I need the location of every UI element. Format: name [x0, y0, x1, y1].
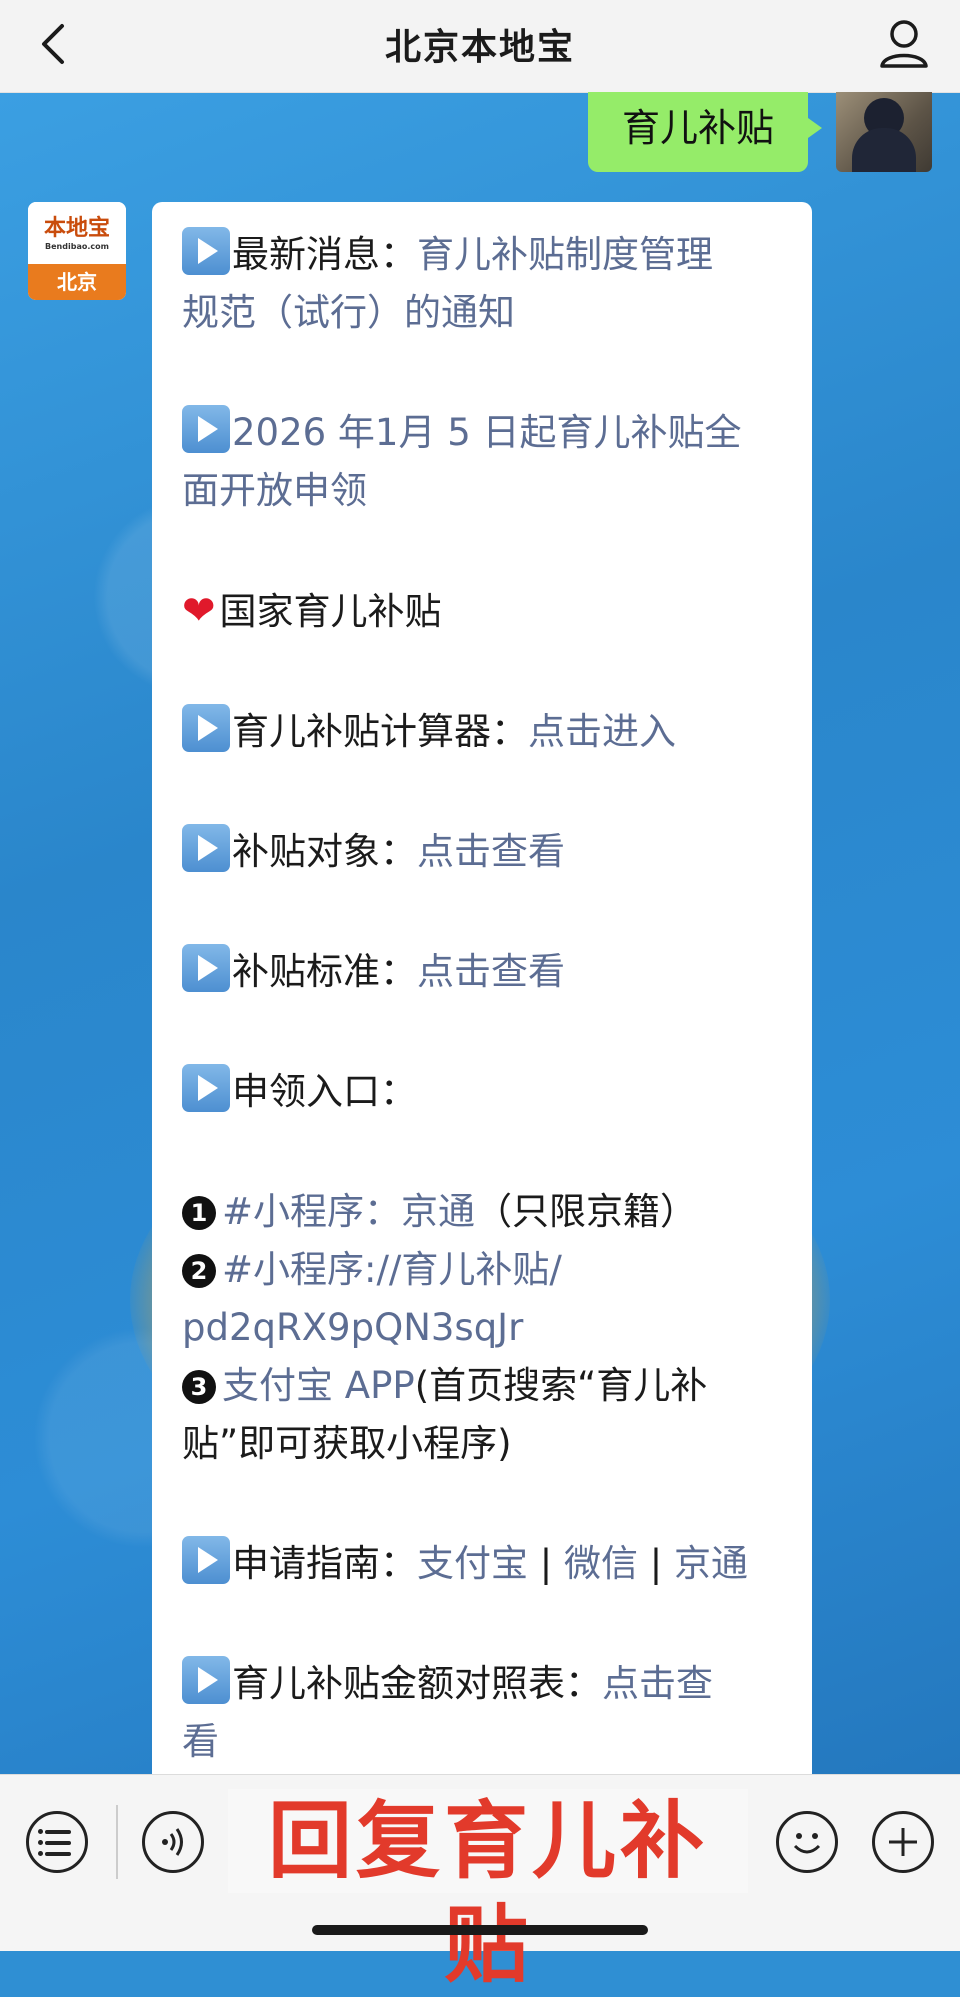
entry-item: 3 支付宝 APP(首页搜索“育儿补: [182, 1357, 784, 1415]
line-label: 申领入口：: [232, 1070, 417, 1113]
number-three-icon: 3: [182, 1370, 216, 1404]
entry-note: 贴”即可获取小程序): [182, 1422, 512, 1465]
more-button[interactable]: [872, 1811, 934, 1873]
section-heading: 国家育儿补贴: [219, 590, 442, 633]
message-line: ❤ 国家育儿补贴: [182, 582, 784, 641]
reply-keyword-overlay: 回复育儿补贴: [228, 1789, 748, 1994]
entry-item: 贴”即可获取小程序): [182, 1415, 784, 1473]
line-label: 育儿补贴金额对照表：: [232, 1662, 602, 1705]
entry-item: pd2qRX9pQN3sqJr: [182, 1299, 784, 1357]
guide-jingtong-link[interactable]: 京通: [674, 1542, 748, 1585]
message-line: 面开放申领: [182, 462, 784, 520]
message-line: 规范（试行）的通知: [182, 284, 784, 342]
subsidy-miniprogram-link-cont[interactable]: pd2qRX9pQN3sqJr: [182, 1306, 523, 1349]
entry-item: 1 #小程序：京通（只限京籍）: [182, 1183, 784, 1241]
message-line: 申请指南：支付宝 | 微信 | 京通: [182, 1535, 784, 1593]
message-line: 最新消息：育儿补贴制度管理: [182, 226, 784, 284]
separator: |: [638, 1542, 674, 1585]
message-line: 补贴标准：点击查看: [182, 943, 784, 1001]
emoji-icon: [793, 1833, 821, 1854]
guide-wechat-link[interactable]: 微信: [564, 1542, 638, 1585]
message-line: 申领入口：: [182, 1063, 784, 1121]
amount-table-link[interactable]: 点击查: [602, 1662, 713, 1705]
play-icon: [182, 1656, 230, 1704]
voice-icon: [162, 1828, 183, 1856]
entry-note: (首页搜索“育儿补: [414, 1364, 708, 1407]
guide-alipay-link[interactable]: 支付宝: [417, 1542, 528, 1585]
menu-button[interactable]: [26, 1811, 88, 1873]
amount-table-link-cont[interactable]: 看: [182, 1720, 219, 1763]
message-line: 育儿补贴计算器：点击进入: [182, 703, 784, 761]
latest-news-link-cont[interactable]: 规范（试行）的通知: [182, 291, 515, 334]
number-two-icon: 2: [182, 1254, 216, 1288]
line-label: 最新消息：: [232, 233, 417, 276]
plus-icon: [889, 1828, 917, 1856]
play-icon: [182, 704, 230, 752]
line-label: 申请指南：: [232, 1542, 417, 1585]
voice-button[interactable]: [142, 1811, 204, 1873]
heart-icon: ❤: [182, 588, 216, 634]
jingtong-miniprogram-link[interactable]: #小程序：京通: [222, 1190, 475, 1233]
play-icon: [182, 1536, 230, 1584]
eligibility-link[interactable]: 点击查看: [417, 830, 565, 873]
sent-message-bubble[interactable]: 育儿补贴: [588, 92, 822, 172]
home-indicator: [312, 1925, 648, 1935]
chat-title: 北京本地宝: [384, 27, 575, 68]
avatar-logo-domain: Bendibao.com: [45, 242, 109, 251]
play-icon: [182, 944, 230, 992]
latest-news-link[interactable]: 育儿补贴制度管理: [417, 233, 713, 276]
line-label: 补贴标准：: [232, 950, 417, 993]
play-icon: [182, 227, 230, 275]
bottom-input-bar: 回复育儿补贴: [0, 1774, 960, 1994]
alipay-app-link[interactable]: 支付宝 APP: [222, 1364, 415, 1407]
official-account-avatar[interactable]: 本地宝 Bendibao.com 北京: [28, 202, 126, 300]
message-line: 看: [182, 1713, 784, 1771]
user-avatar[interactable]: [836, 92, 932, 172]
calculator-link[interactable]: 点击进入: [528, 710, 676, 753]
top-bar: 北京本地宝: [0, 0, 960, 93]
divider: [116, 1805, 118, 1879]
message-line: 2026 年1月 5 日起育儿补贴全: [182, 404, 784, 462]
separator: |: [528, 1542, 564, 1585]
received-message-bubble: 最新消息：育儿补贴制度管理 规范（试行）的通知 2026 年1月 5 日起育儿补…: [152, 202, 812, 1774]
open-application-link-cont[interactable]: 面开放申领: [182, 469, 367, 512]
play-icon: [182, 824, 230, 872]
play-icon: [182, 1064, 230, 1112]
message-line: 育儿补贴金额对照表：点击查: [182, 1655, 784, 1713]
profile-icon[interactable]: [876, 14, 932, 74]
line-label: 补贴对象：: [232, 830, 417, 873]
message-line: 补贴对象：点击查看: [182, 823, 784, 881]
entry-note: （只限京籍）: [475, 1190, 698, 1233]
avatar-logo-text: 本地宝: [43, 216, 110, 241]
number-one-icon: 1: [182, 1196, 216, 1230]
line-label: 育儿补贴计算器：: [232, 710, 528, 753]
entry-item: 2 #小程序://育儿补贴/: [182, 1241, 784, 1299]
play-icon: [182, 405, 230, 453]
emoji-button[interactable]: [776, 1811, 838, 1873]
subsidy-miniprogram-link[interactable]: #小程序://育儿补贴/: [222, 1248, 562, 1291]
standard-link[interactable]: 点击查看: [417, 950, 565, 993]
avatar-logo-city: 北京: [28, 264, 126, 300]
open-application-link[interactable]: 2026 年1月 5 日起育儿补贴全: [232, 411, 742, 454]
